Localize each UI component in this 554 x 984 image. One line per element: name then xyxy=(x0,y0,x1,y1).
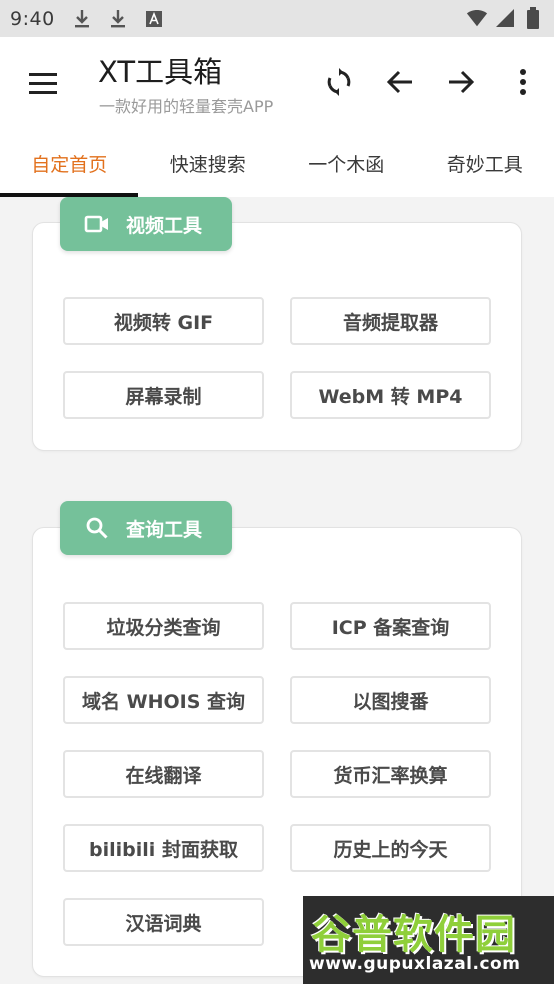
query-tools-badge: 查询工具 xyxy=(60,501,232,555)
tool-button[interactable]: 历史上的今天 xyxy=(290,824,491,872)
forward-arrow-icon[interactable] xyxy=(438,59,484,105)
tool-button[interactable]: ICP 备案查询 xyxy=(290,602,491,650)
tool-button[interactable]: 在线翻译 xyxy=(63,750,264,798)
download-icon xyxy=(71,7,93,31)
tab-bar: 自定首页 快速搜索 一个木函 奇妙工具 xyxy=(0,129,554,197)
status-system-icons xyxy=(466,6,544,30)
download-icon xyxy=(107,7,129,31)
badge-label: 视频工具 xyxy=(126,214,203,237)
watermark-title: 谷普软件园 xyxy=(311,912,516,958)
font-a-icon xyxy=(143,7,165,31)
tool-button[interactable]: WebM 转 MP4 xyxy=(290,371,491,419)
watermark-url: www.gupuxlazal.com xyxy=(309,954,521,974)
refresh-icon[interactable] xyxy=(316,59,362,105)
status-bar: 9:40 xyxy=(0,0,554,37)
tool-button[interactable]: 音频提取器 xyxy=(290,297,491,345)
more-vert-icon[interactable] xyxy=(500,59,546,105)
video-tools-badge: 视频工具 xyxy=(60,197,232,251)
battery-icon xyxy=(522,6,544,30)
tool-button[interactable]: 货币汇率换算 xyxy=(290,750,491,798)
status-time: 9:40 xyxy=(10,7,55,30)
tool-button[interactable]: 汉语词典 xyxy=(63,898,264,946)
tool-button[interactable]: 以图搜番 xyxy=(290,676,491,724)
tool-button[interactable]: bilibili 封面获取 xyxy=(63,824,264,872)
back-arrow-icon[interactable] xyxy=(377,59,423,105)
tool-button[interactable]: 视频转 GIF xyxy=(63,297,264,345)
search-icon xyxy=(84,515,110,541)
videocam-icon xyxy=(84,211,110,237)
tab-wonder-tools[interactable]: 奇妙工具 xyxy=(416,129,554,197)
tool-button[interactable]: 垃圾分类查询 xyxy=(63,602,264,650)
menu-icon[interactable] xyxy=(22,65,64,101)
video-tools-card: 视频转 GIF 音频提取器 屏幕录制 WebM 转 MP4 xyxy=(32,222,522,451)
app-title: XT工具箱 xyxy=(98,55,223,89)
app-subtitle: 一款好用的轻量套壳APP xyxy=(99,97,274,116)
wifi-icon xyxy=(466,6,488,30)
badge-label: 查询工具 xyxy=(126,518,203,541)
signal-icon xyxy=(494,6,516,30)
app-bar: XT工具箱 一款好用的轻量套壳APP xyxy=(0,37,554,129)
tab-custom-home[interactable]: 自定首页 xyxy=(0,129,139,197)
tool-button[interactable]: 屏幕录制 xyxy=(63,371,264,419)
tool-button[interactable]: 域名 WHOIS 查询 xyxy=(63,676,264,724)
status-notification-icons xyxy=(71,7,165,31)
tab-quick-search[interactable]: 快速搜索 xyxy=(139,129,278,197)
watermark-logo: 谷普软件园 www.gupuxlazal.com xyxy=(303,896,554,984)
tab-mubox[interactable]: 一个木函 xyxy=(277,129,416,197)
